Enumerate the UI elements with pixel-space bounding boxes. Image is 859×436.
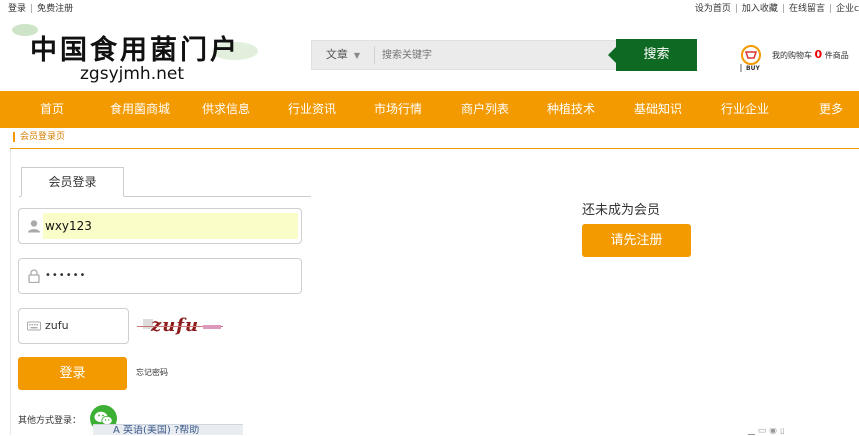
- caret-down-icon: ▼: [353, 51, 361, 60]
- cart-summary: 我的购物车 0 件商品: [772, 48, 849, 61]
- top-bar: 登录 | 免费注册 设为首页 | 加入收藏 | 在线留言 | 企业c: [0, 0, 859, 18]
- divider: |: [829, 4, 833, 14]
- search-divider: [374, 46, 375, 64]
- top-login-link[interactable]: 登录: [8, 4, 26, 14]
- set-homepage-link[interactable]: 设为首页: [695, 4, 731, 14]
- nav-item-supply[interactable]: 供求信息: [202, 91, 250, 128]
- search-input[interactable]: [376, 41, 616, 69]
- divider: |: [734, 4, 738, 14]
- top-register-link[interactable]: 免费注册: [37, 4, 73, 14]
- register-prompt: 还未成为会员: [582, 203, 661, 218]
- tab-member-login[interactable]: 会员登录: [21, 167, 124, 197]
- breadcrumb-marker: [13, 132, 15, 142]
- search-category-label: 文章: [325, 48, 348, 61]
- main-nav: 首页 食用菌商城 供求信息 行业资讯 市场行情 商户列表 种植技术 基础知识 行…: [0, 91, 859, 128]
- breadcrumb: 会员登录页: [10, 128, 859, 149]
- cart-label: 我的购物车: [772, 51, 812, 60]
- search-button[interactable]: 搜索: [608, 39, 697, 71]
- captcha-noise: [203, 325, 221, 329]
- top-bar-left: 登录 | 免费注册: [8, 0, 73, 18]
- nav-item-market[interactable]: 市场行情: [374, 91, 422, 128]
- keyboard-icon: [27, 321, 41, 331]
- cart-count: 0: [814, 48, 823, 61]
- captcha-image[interactable]: zufu: [137, 313, 223, 339]
- add-favorite-link[interactable]: 加入收藏: [742, 4, 778, 14]
- nav-item-mall[interactable]: 食用菌商城: [110, 91, 170, 128]
- cart-icon-text: BUY: [746, 65, 760, 72]
- floating-toolbar: ▁ ▭ ◉ ▯: [748, 428, 785, 435]
- divider: |: [781, 4, 785, 14]
- login-panel: 会员登录 wxy123 •••••• zufu zufu 登录 忘记密码 其他方…: [10, 149, 859, 435]
- breadcrumb-text: 会员登录页: [20, 132, 66, 142]
- username-value: wxy123: [45, 219, 92, 233]
- site-logo[interactable]: 中国食用菌门户 zgsyjmh.net: [12, 22, 262, 88]
- nav-item-merchants[interactable]: 商户列表: [461, 91, 509, 128]
- nav-item-techniques[interactable]: 种植技术: [547, 91, 595, 128]
- nav-item-basics[interactable]: 基础知识: [634, 91, 682, 128]
- shopping-cart[interactable]: BUY 我的购物车 0 件商品: [738, 44, 859, 74]
- nav-item-companies[interactable]: 行业企业: [721, 91, 769, 128]
- register-button[interactable]: 请先注册: [582, 224, 691, 257]
- cart-unit: 件商品: [824, 51, 849, 60]
- nav-item-news[interactable]: 行业资讯: [288, 91, 336, 128]
- forgot-password-link[interactable]: 忘记密码: [136, 367, 168, 378]
- search-category-select[interactable]: 文章 ▼: [312, 41, 374, 69]
- username-field[interactable]: wxy123: [18, 208, 302, 244]
- lock-icon: [28, 269, 40, 283]
- nav-item-home[interactable]: 首页: [40, 91, 64, 128]
- online-message-link[interactable]: 在线留言: [789, 4, 825, 14]
- search-bar: 文章 ▼ 搜索: [311, 39, 697, 71]
- logo-domain-text: zgsyjmh.net: [80, 64, 184, 84]
- user-icon: [28, 220, 40, 233]
- login-button[interactable]: 登录: [18, 357, 127, 390]
- captcha-input-value: zufu: [45, 319, 69, 332]
- enterprise-link[interactable]: 企业c: [836, 4, 859, 14]
- language-bar[interactable]: A 英语(美国) ?帮助: [93, 424, 243, 435]
- shopping-cart-icon: BUY: [740, 45, 761, 72]
- password-field[interactable]: ••••••: [18, 258, 302, 294]
- header: 中国食用菌门户 zgsyjmh.net 文章 ▼ 搜索 BUY 我的购物车 0 件…: [0, 18, 859, 90]
- divider: |: [30, 4, 34, 14]
- nav-item-more[interactable]: 更多: [819, 91, 843, 128]
- other-login-label: 其他方式登录：: [18, 416, 82, 426]
- password-value: ••••••: [45, 270, 87, 281]
- captcha-input[interactable]: zufu: [18, 308, 129, 344]
- logo-chinese-text: 中国食用菌门户: [30, 35, 240, 66]
- top-bar-right: 设为首页 | 加入收藏 | 在线留言 | 企业c: [695, 0, 859, 18]
